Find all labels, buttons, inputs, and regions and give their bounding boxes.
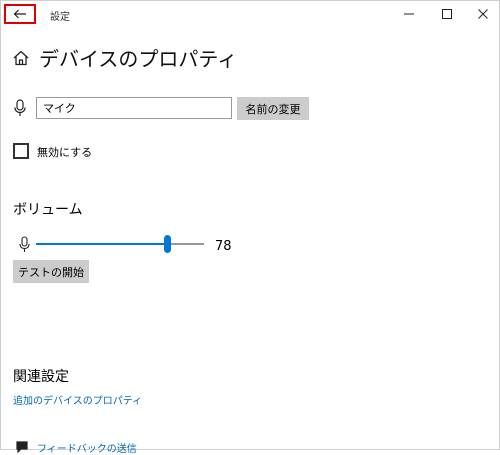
volume-slider-fill xyxy=(36,243,168,245)
volume-value: 78 xyxy=(215,239,232,254)
microphone-icon xyxy=(14,99,26,116)
microphone-icon xyxy=(19,236,30,252)
additional-device-properties-link[interactable]: 追加のデバイスのプロパティ xyxy=(13,392,142,407)
volume-heading: ボリューム xyxy=(13,202,83,218)
title-bar: 設定 xyxy=(1,1,499,29)
related-settings-heading: 関連設定 xyxy=(13,369,69,385)
window-title: 設定 xyxy=(50,12,70,23)
settings-window: 設定 デバイスのプロパティ 名前の変更 無効にする ボリューム xyxy=(0,0,500,455)
disable-checkbox-label: 無効にする xyxy=(37,146,93,159)
minimize-button[interactable] xyxy=(399,5,419,23)
back-arrow-icon xyxy=(13,9,26,19)
feedback-icon xyxy=(16,441,28,453)
send-feedback-link[interactable]: フィードバックの送信 xyxy=(37,440,137,455)
maximize-icon xyxy=(442,9,452,19)
back-button[interactable] xyxy=(4,4,36,24)
minimize-icon xyxy=(404,13,414,15)
maximize-button[interactable] xyxy=(437,5,457,23)
device-name-input[interactable] xyxy=(36,97,232,119)
volume-slider-thumb[interactable] xyxy=(163,235,171,253)
start-test-button[interactable]: テストの開始 xyxy=(13,260,89,283)
close-button[interactable] xyxy=(473,5,493,23)
page-title: デバイスのプロパティ xyxy=(39,47,238,71)
disable-checkbox[interactable] xyxy=(13,143,29,159)
rename-button[interactable]: 名前の変更 xyxy=(237,97,309,120)
home-icon[interactable] xyxy=(12,49,30,67)
close-icon xyxy=(478,9,488,19)
volume-slider[interactable] xyxy=(36,235,204,253)
